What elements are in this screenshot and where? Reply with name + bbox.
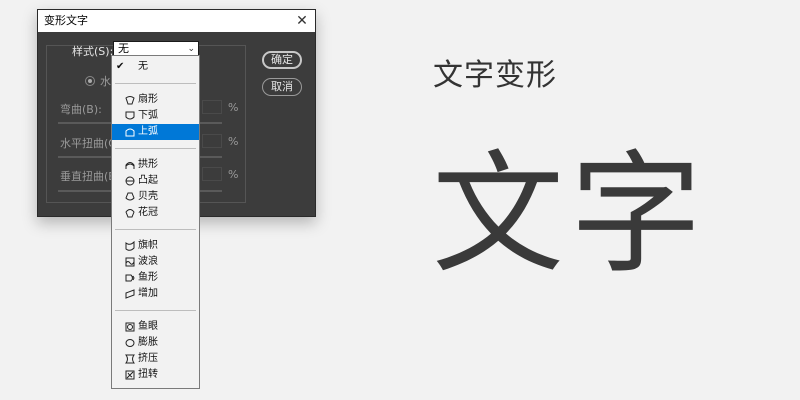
arch-icon <box>125 162 135 169</box>
vertical-distortion-input[interactable] <box>202 167 222 181</box>
style-option-label: 波浪 <box>138 256 158 267</box>
fisheye-icon <box>125 322 135 332</box>
ok-button[interactable]: 确定 <box>262 51 302 69</box>
dropdown-separator <box>115 83 196 84</box>
style-option-label: 鱼形 <box>138 272 158 283</box>
bulge-icon <box>125 176 135 186</box>
style-option-shell[interactable]: 贝壳 <box>112 189 199 205</box>
style-option-arc-lower[interactable]: 下弧 <box>112 108 199 124</box>
dropdown-separator <box>115 148 196 149</box>
wave-icon <box>125 257 135 267</box>
horizontal-distortion-unit: % <box>228 135 239 148</box>
inflate-icon <box>125 339 135 347</box>
style-option-rise[interactable]: 增加 <box>112 286 199 302</box>
style-option-label: 无 <box>138 61 148 72</box>
style-option-twist[interactable]: 扭转 <box>112 367 199 383</box>
horizontal-distortion-input[interactable] <box>202 134 222 148</box>
style-option-label: 旗帜 <box>138 240 158 251</box>
flower-icon <box>125 209 135 218</box>
style-option-label: 膨胀 <box>138 337 158 348</box>
arc-icon <box>125 96 135 105</box>
dialog-title: 变形文字 <box>44 14 88 27</box>
style-option-label: 增加 <box>138 288 158 299</box>
vertical-distortion-unit: % <box>228 168 239 181</box>
style-label: 样式(S): <box>72 45 114 58</box>
style-option-arc[interactable]: 扇形 <box>112 92 199 108</box>
squeeze-icon <box>125 354 135 364</box>
style-option-flower[interactable]: 花冠 <box>112 205 199 221</box>
check-icon: ✔ <box>116 61 125 72</box>
close-icon[interactable]: ✕ <box>295 10 309 32</box>
dialog-titlebar: 变形文字 ✕ <box>38 10 315 32</box>
dropdown-separator <box>115 310 196 311</box>
style-option-squeeze[interactable]: 挤压 <box>112 351 199 367</box>
style-option-none[interactable]: ✔ 无 <box>112 59 199 75</box>
style-option-label: 扇形 <box>138 94 158 105</box>
bend-input[interactable] <box>202 100 222 114</box>
chevron-down-icon: ⌄ <box>187 44 195 54</box>
twist-icon <box>125 370 135 380</box>
style-option-label: 上弧 <box>138 126 158 137</box>
page-heading: 文字变形 <box>433 58 557 93</box>
style-select-value: 无 <box>118 42 129 55</box>
style-option-label: 拱形 <box>138 159 158 170</box>
style-option-label: 凸起 <box>138 175 158 186</box>
bend-unit: % <box>228 101 239 114</box>
sample-big-text: 文字 <box>432 138 708 292</box>
arc-upper-icon <box>125 128 135 137</box>
fish-icon <box>125 274 135 282</box>
style-option-inflate[interactable]: 膨胀 <box>112 335 199 351</box>
flag-icon <box>125 241 135 251</box>
style-option-label: 花冠 <box>138 207 158 218</box>
bend-label: 弯曲(B): <box>60 103 102 116</box>
style-option-label: 贝壳 <box>138 191 158 202</box>
style-option-label: 扭转 <box>138 369 158 380</box>
style-dropdown-list: ✔ 无 扇形 下弧 上弧 拱形 凸起 贝壳 花冠 旗帜 波浪 鱼形 增加 鱼眼 … <box>111 55 200 389</box>
arc-lower-icon <box>125 111 135 120</box>
rise-icon <box>125 289 135 299</box>
style-option-label: 下弧 <box>138 110 158 121</box>
style-option-arch[interactable]: 拱形 <box>112 157 199 173</box>
style-option-wave[interactable]: 波浪 <box>112 254 199 270</box>
style-option-label: 鱼眼 <box>138 321 158 332</box>
style-option-arc-upper[interactable]: 上弧 <box>112 124 199 140</box>
style-option-fish[interactable]: 鱼形 <box>112 270 199 286</box>
horizontal-radio[interactable] <box>85 76 95 86</box>
style-option-fisheye[interactable]: 鱼眼 <box>112 319 199 335</box>
cancel-button[interactable]: 取消 <box>262 78 302 96</box>
style-option-flag[interactable]: 旗帜 <box>112 238 199 254</box>
dropdown-separator <box>115 229 196 230</box>
style-option-label: 挤压 <box>138 353 158 364</box>
style-option-bulge[interactable]: 凸起 <box>112 173 199 189</box>
shell-icon <box>125 192 135 201</box>
